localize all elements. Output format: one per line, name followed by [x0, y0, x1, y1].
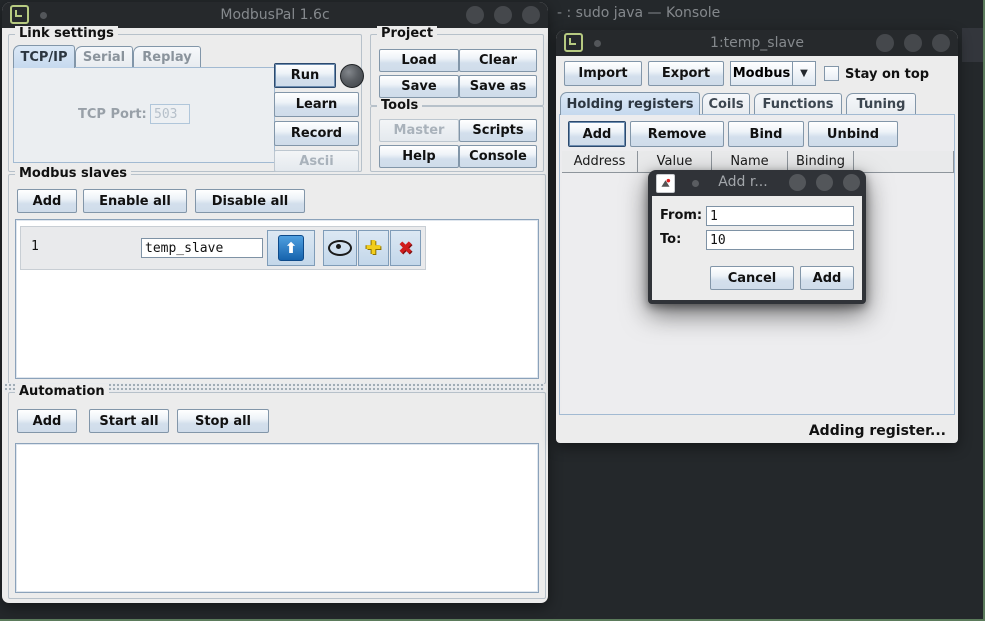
load-button[interactable]: Load [379, 49, 459, 72]
konsole-scrollbar[interactable] [962, 28, 984, 62]
protocol-value: Modbus [731, 62, 792, 85]
import-button[interactable]: Import [564, 61, 642, 86]
run-led-icon [340, 64, 364, 88]
titlebar-dot-icon [692, 180, 699, 187]
maximize-button[interactable] [816, 174, 833, 191]
minimize-button[interactable] [789, 174, 806, 191]
register-bind-button[interactable]: Bind [728, 121, 804, 147]
modbuspal-window: ModbusPal 1.6c Link settings TCP/IP Seri… [2, 2, 548, 603]
tab-tuning[interactable]: Tuning [846, 93, 916, 115]
project-group: Project Load Clear Save Save as [370, 34, 544, 106]
dialog-titlebar[interactable]: Add r... [648, 170, 866, 196]
tools-title: Tools [377, 98, 422, 113]
delete-x-icon: ✖ [398, 238, 413, 259]
automation-add-button[interactable]: Add [17, 409, 77, 433]
dialog-cancel-button[interactable]: Cancel [710, 266, 794, 290]
scripts-button[interactable]: Scripts [459, 119, 537, 142]
modbus-slaves-group: Modbus slaves Add Enable all Disable all… [8, 174, 546, 384]
slave-duplicate-button[interactable]: ✚ [358, 230, 389, 266]
close-button[interactable] [843, 174, 860, 191]
slave-list: 1 ⬆ ✚ ✖ [15, 219, 539, 379]
maximize-button[interactable] [904, 34, 922, 52]
master-button[interactable]: Master [379, 119, 459, 142]
save-as-button[interactable]: Save as [459, 75, 537, 98]
tab-replay[interactable]: Replay [133, 46, 201, 68]
register-remove-button[interactable]: Remove [630, 121, 724, 147]
start-all-button[interactable]: Start all [89, 409, 169, 433]
run-button[interactable]: Run [274, 63, 336, 88]
stay-on-top-label: Stay on top [845, 67, 929, 82]
dialog-icon [656, 174, 675, 193]
slave-name-input[interactable] [141, 238, 263, 258]
desktop: - : sudo java — Konsole ModbusPal 1.6c L… [0, 0, 985, 621]
window-controls [789, 174, 860, 191]
slave-row: 1 ⬆ ✚ ✖ [20, 226, 426, 270]
stop-all-button[interactable]: Stop all [177, 409, 269, 433]
automation-title: Automation [15, 384, 109, 399]
register-add-button[interactable]: Add [568, 121, 626, 147]
enable-all-button[interactable]: Enable all [83, 189, 187, 213]
dialog-title: Add r... [710, 174, 776, 190]
link-settings-group: Link settings TCP/IP Serial Replay TCP P… [8, 34, 362, 172]
clear-button[interactable]: Clear [459, 49, 537, 72]
column-header-address[interactable]: Address [562, 151, 638, 173]
minimize-button[interactable] [876, 34, 894, 52]
tab-tcpip[interactable]: TCP/IP [13, 45, 75, 68]
tcp-port-label: TCP Port: [78, 107, 147, 122]
window-controls [876, 34, 950, 52]
help-button[interactable]: Help [379, 145, 459, 168]
tab-serial[interactable]: Serial [75, 46, 133, 68]
record-button[interactable]: Record [274, 121, 359, 146]
slave-enabled-toggle[interactable]: ⬆ [267, 230, 315, 266]
maximize-button[interactable] [494, 6, 512, 24]
slave-view-button[interactable] [323, 230, 357, 266]
automation-group: Automation Add Start all Stop all [8, 392, 546, 599]
to-label: To: [660, 232, 681, 247]
konsole-window-title: - : sudo java — Konsole [557, 5, 720, 21]
to-input[interactable] [706, 230, 854, 250]
status-text: Adding register... [809, 423, 946, 439]
tab-holding-registers[interactable]: Holding registers [560, 92, 700, 115]
export-button[interactable]: Export [648, 61, 724, 86]
automation-list [15, 443, 539, 593]
link-settings-title: Link settings [15, 26, 118, 41]
window-controls [466, 6, 540, 24]
disable-all-button[interactable]: Disable all [195, 189, 305, 213]
close-button[interactable] [932, 34, 950, 52]
minimize-button[interactable] [466, 6, 484, 24]
eye-icon [328, 240, 352, 256]
slave-add-button[interactable]: Add [17, 189, 77, 213]
ascii-button[interactable]: Ascii [274, 150, 359, 172]
close-button[interactable] [522, 6, 540, 24]
dialog-body: From: To: Cancel Add [652, 196, 862, 300]
column-header-empty [854, 151, 954, 173]
chevron-down-icon: ▼ [792, 62, 815, 85]
tab-functions[interactable]: Functions [754, 93, 842, 115]
tools-group: Tools Master Scripts Help Console [370, 106, 544, 172]
plus-icon: ✚ [366, 237, 382, 259]
modbuspal-titlebar[interactable]: ModbusPal 1.6c [2, 2, 548, 28]
project-title: Project [377, 26, 437, 41]
stay-on-top-checkbox[interactable] [824, 66, 839, 81]
register-unbind-button[interactable]: Unbind [808, 121, 898, 147]
from-label: From: [660, 208, 702, 223]
from-input[interactable] [706, 206, 854, 226]
tcpip-panel: TCP Port: [13, 67, 275, 163]
learn-button[interactable]: Learn [274, 92, 359, 117]
add-registers-dialog: Add r... From: To: Cancel Add [648, 170, 866, 304]
tab-coils[interactable]: Coils [702, 93, 750, 115]
dialog-add-button[interactable]: Add [800, 266, 854, 290]
protocol-select[interactable]: Modbus ▼ [730, 61, 816, 86]
modbus-slaves-title: Modbus slaves [15, 166, 131, 181]
temp-slave-titlebar[interactable]: 1:temp_slave [556, 30, 958, 56]
up-arrow-icon: ⬆ [278, 235, 304, 261]
save-button[interactable]: Save [379, 75, 459, 98]
slave-delete-button[interactable]: ✖ [390, 230, 421, 266]
tcp-port-input[interactable] [150, 104, 190, 124]
slave-id: 1 [31, 239, 39, 254]
console-button[interactable]: Console [459, 145, 537, 168]
